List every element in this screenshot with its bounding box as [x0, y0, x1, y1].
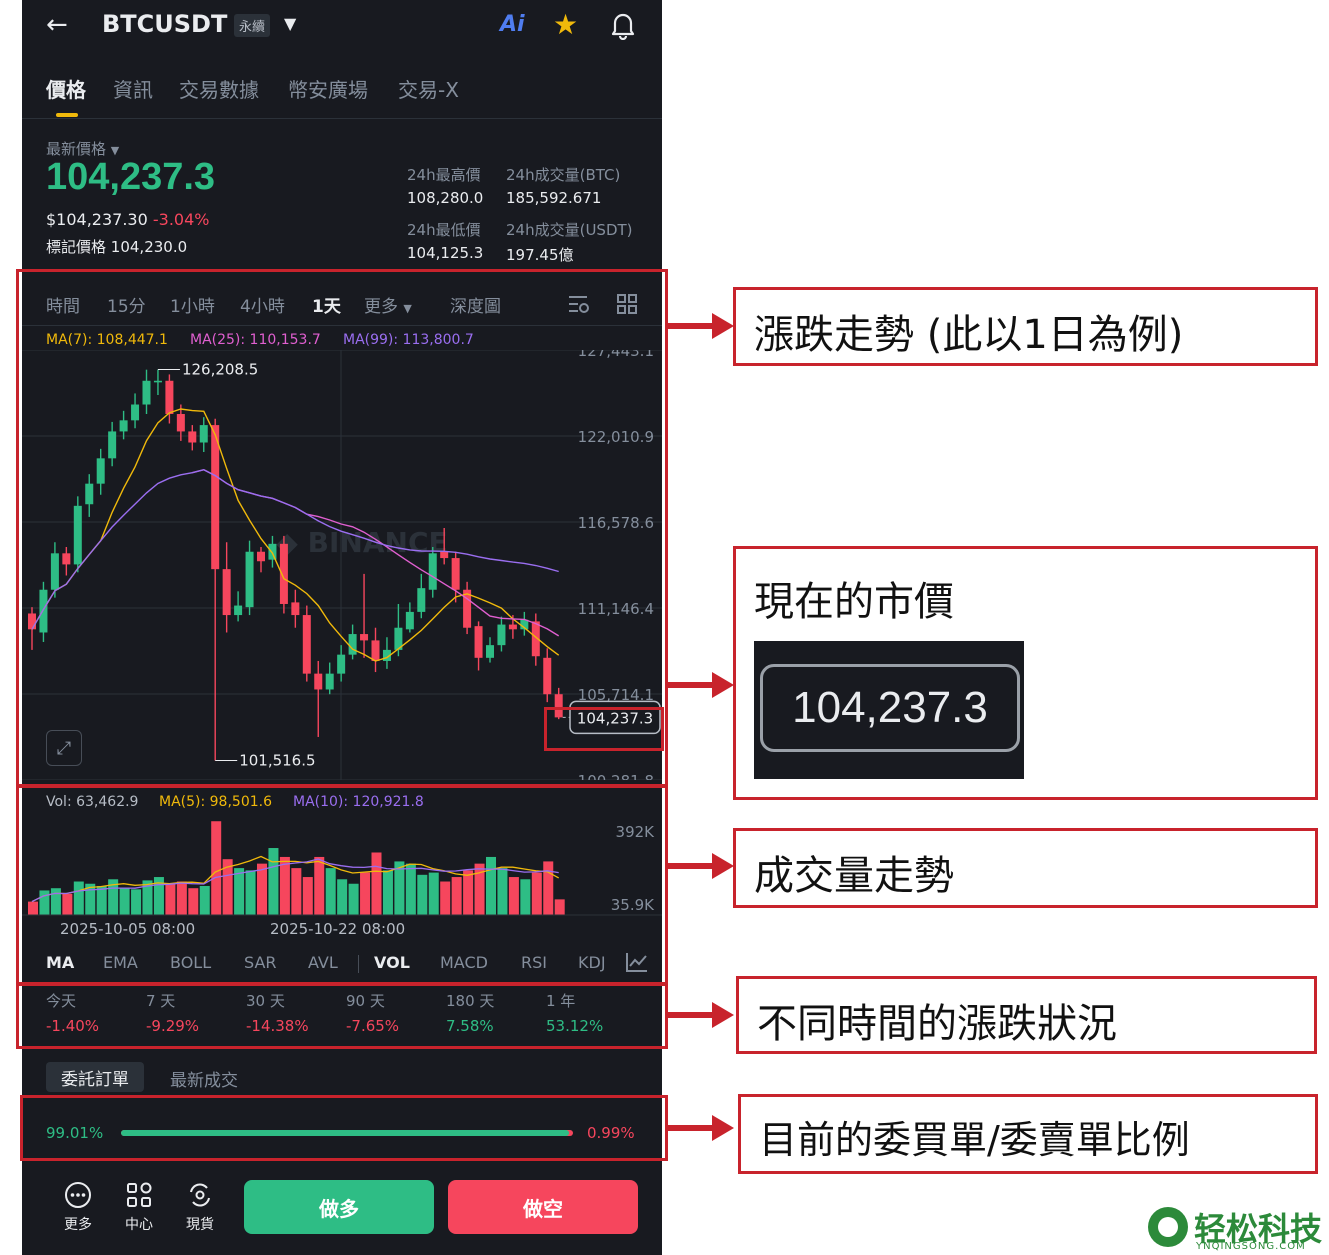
ratio-highlight-frame [20, 1095, 668, 1161]
price-tag-zoom: 104,237.3 [754, 641, 1024, 779]
stat-24h-vol-usdt: 24h成交量(USDT) 197.45億 [506, 221, 633, 264]
short-button[interactable]: 做空 [448, 1180, 638, 1234]
nav-spot[interactable]: 現貨 [170, 1180, 230, 1234]
tab-trading-data[interactable]: 交易數據 [179, 74, 259, 103]
price-change: -3.04% [152, 210, 210, 229]
tab-trade-x[interactable]: 交易-X [398, 74, 459, 103]
periods-highlight-frame [16, 983, 668, 1049]
more-dots-icon [65, 1182, 91, 1208]
long-button[interactable]: 做多 [244, 1180, 434, 1234]
apps-grid-icon [127, 1182, 152, 1207]
tab-square[interactable]: 幣安廣場 [288, 74, 368, 103]
mark-price: 標記價格 104,230.0 [46, 238, 188, 256]
divider [22, 118, 662, 119]
ai-icon[interactable]: Ai [500, 12, 525, 37]
stat-24h-vol-btc: 24h成交量(BTC) 185,592.671 [506, 166, 621, 207]
spot-switch-icon [190, 1183, 210, 1207]
symbol-title[interactable]: BTCUSDT [102, 10, 227, 38]
tab-price[interactable]: 價格 [46, 74, 86, 103]
tab-info[interactable]: 資訊 [113, 74, 153, 103]
callout-periods: 不同時間的漲跌狀況 [736, 976, 1317, 1054]
perpetual-badge: 永續 [234, 14, 271, 37]
price-tag-zoom-value: 104,237.3 [760, 664, 1020, 752]
star-icon[interactable]: ★ [553, 8, 578, 41]
last-price-value: 104,237.3 [46, 156, 216, 198]
back-arrow-icon[interactable]: ← [46, 10, 68, 40]
usd-price: $104,237.30 -3.04% [46, 210, 210, 229]
stat-24h-high: 24h最高價 108,280.0 [407, 166, 484, 207]
price-tag-highlight-frame [544, 707, 664, 751]
brand-logo-icon [1148, 1207, 1188, 1247]
tab-open-orders[interactable]: 委託訂單 [46, 1062, 144, 1092]
callout-trend: 漲跌走勢 (此以1日為例) [733, 287, 1318, 366]
tab-underline [56, 113, 78, 117]
nav-more[interactable]: 更多 [48, 1180, 108, 1234]
tab-latest-trades[interactable]: 最新成交 [170, 1066, 238, 1091]
callout-volume: 成交量走勢 [733, 828, 1318, 908]
stat-24h-low: 24h最低價 104,125.3 [407, 221, 484, 262]
caret-down-icon[interactable]: ▼ [284, 14, 296, 33]
callout-market-price: 現在的市價 104,237.3 [733, 546, 1318, 800]
bell-icon[interactable] [609, 10, 637, 40]
volume-highlight-frame [16, 785, 668, 985]
callout-ratio: 目前的委買單/委賣單比例 [738, 1094, 1318, 1174]
nav-center[interactable]: 中心 [109, 1180, 169, 1234]
main-tabs: 價格 資訊 交易數據 幣安廣場 交易-X [22, 74, 662, 104]
brand-logo-url: YNQINGSONG.COM [1196, 1241, 1306, 1252]
